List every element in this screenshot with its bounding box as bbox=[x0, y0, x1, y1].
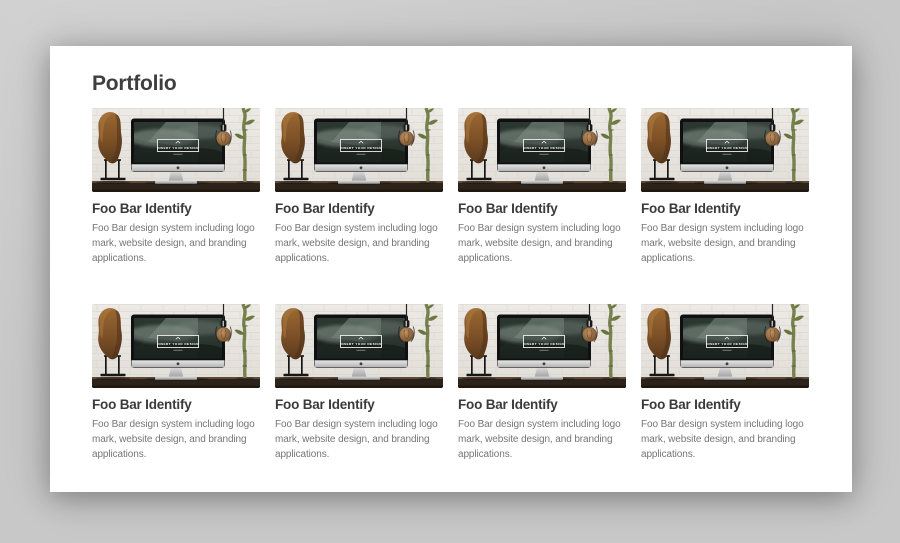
portfolio-item-title[interactable]: Foo Bar Identify bbox=[275, 397, 443, 413]
portfolio-item-description: Foo Bar design system including logo mar… bbox=[458, 221, 626, 266]
thumbnail-image bbox=[458, 108, 626, 192]
imac-desk-mockup-photo[interactable] bbox=[458, 108, 626, 192]
imac-desk-mockup-photo[interactable] bbox=[641, 108, 809, 192]
thumbnail-image bbox=[641, 304, 809, 388]
portfolio-item-description: Foo Bar design system including logo mar… bbox=[275, 417, 443, 462]
thumbnail-image bbox=[92, 108, 260, 192]
portfolio-item-title[interactable]: Foo Bar Identify bbox=[92, 201, 260, 217]
portfolio-item-description: Foo Bar design system including logo mar… bbox=[92, 417, 260, 462]
imac-desk-mockup-photo[interactable] bbox=[458, 304, 626, 388]
portfolio-item: Foo Bar Identify Foo Bar design system i… bbox=[275, 108, 443, 266]
portfolio-item-title[interactable]: Foo Bar Identify bbox=[641, 397, 809, 413]
portfolio-item: Foo Bar Identify Foo Bar design system i… bbox=[92, 108, 260, 266]
content-card: Portfolio Foo Bar Identify Foo Bar desig… bbox=[50, 46, 852, 492]
portfolio-grid: Foo Bar Identify Foo Bar design system i… bbox=[92, 108, 809, 462]
portfolio-item-title[interactable]: Foo Bar Identify bbox=[458, 201, 626, 217]
portfolio-item: Foo Bar Identify Foo Bar design system i… bbox=[641, 108, 809, 266]
portfolio-item-title[interactable]: Foo Bar Identify bbox=[458, 397, 626, 413]
portfolio-item-title[interactable]: Foo Bar Identify bbox=[641, 201, 809, 217]
imac-desk-mockup-photo[interactable] bbox=[275, 108, 443, 192]
imac-desk-mockup-photo[interactable] bbox=[92, 304, 260, 388]
imac-desk-mockup-photo[interactable] bbox=[641, 304, 809, 388]
portfolio-item-description: Foo Bar design system including logo mar… bbox=[458, 417, 626, 462]
portfolio-item-title[interactable]: Foo Bar Identify bbox=[92, 397, 260, 413]
thumbnail-image bbox=[275, 304, 443, 388]
portfolio-item-description: Foo Bar design system including logo mar… bbox=[641, 417, 809, 462]
thumbnail-image bbox=[641, 108, 809, 192]
portfolio-item: Foo Bar Identify Foo Bar design system i… bbox=[458, 304, 626, 462]
portfolio-item: Foo Bar Identify Foo Bar design system i… bbox=[458, 108, 626, 266]
thumbnail-image bbox=[92, 304, 260, 388]
portfolio-item-title[interactable]: Foo Bar Identify bbox=[275, 201, 443, 217]
page-title: Portfolio bbox=[92, 73, 177, 95]
portfolio-item: Foo Bar Identify Foo Bar design system i… bbox=[275, 304, 443, 462]
thumbnail-image bbox=[458, 304, 626, 388]
portfolio-item: Foo Bar Identify Foo Bar design system i… bbox=[92, 304, 260, 462]
portfolio-item: Foo Bar Identify Foo Bar design system i… bbox=[641, 304, 809, 462]
portfolio-item-description: Foo Bar design system including logo mar… bbox=[641, 221, 809, 266]
imac-desk-mockup-photo[interactable] bbox=[92, 108, 260, 192]
portfolio-item-description: Foo Bar design system including logo mar… bbox=[275, 221, 443, 266]
thumbnail-image bbox=[275, 108, 443, 192]
imac-desk-mockup-photo[interactable] bbox=[275, 304, 443, 388]
portfolio-item-description: Foo Bar design system including logo mar… bbox=[92, 221, 260, 266]
